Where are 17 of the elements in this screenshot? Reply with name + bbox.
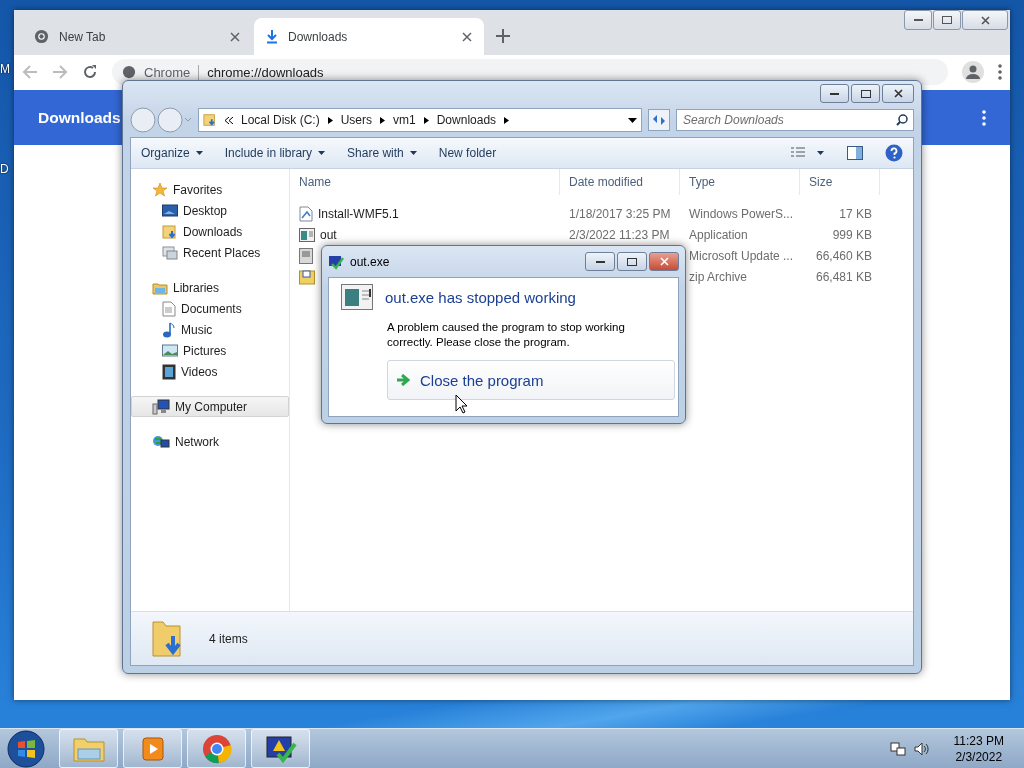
type-cell-text: Application [688, 227, 749, 242]
type-cell-text: Windows PowerS... [688, 206, 795, 221]
size-cell-text: 66,460 KB [814, 248, 873, 263]
type-cell-text: Microsoft Update ... [688, 248, 795, 263]
size-cell-text: 999 KB [831, 227, 873, 242]
date-cell-text: 2/3/2022 11:23 PM [568, 227, 671, 242]
error-message: A problem caused the program to stop working correctly. Please close the program. [387, 320, 626, 350]
desktop-icon-label: M [0, 62, 10, 76]
dialog-title: out.exe [350, 254, 390, 269]
item-count: 4 items [209, 631, 248, 646]
type-cell-text: zip Archive [688, 269, 749, 284]
error-heading: out.exe has stopped working [385, 288, 576, 306]
size-cell-text: 66,481 KB [814, 269, 873, 284]
size-cell-text: 17 KB [838, 206, 873, 221]
page-title: Downloads [38, 108, 121, 127]
desktop-icon-label: D [0, 162, 9, 176]
date-cell-text: 1/18/2017 3:25 PM [568, 206, 672, 221]
